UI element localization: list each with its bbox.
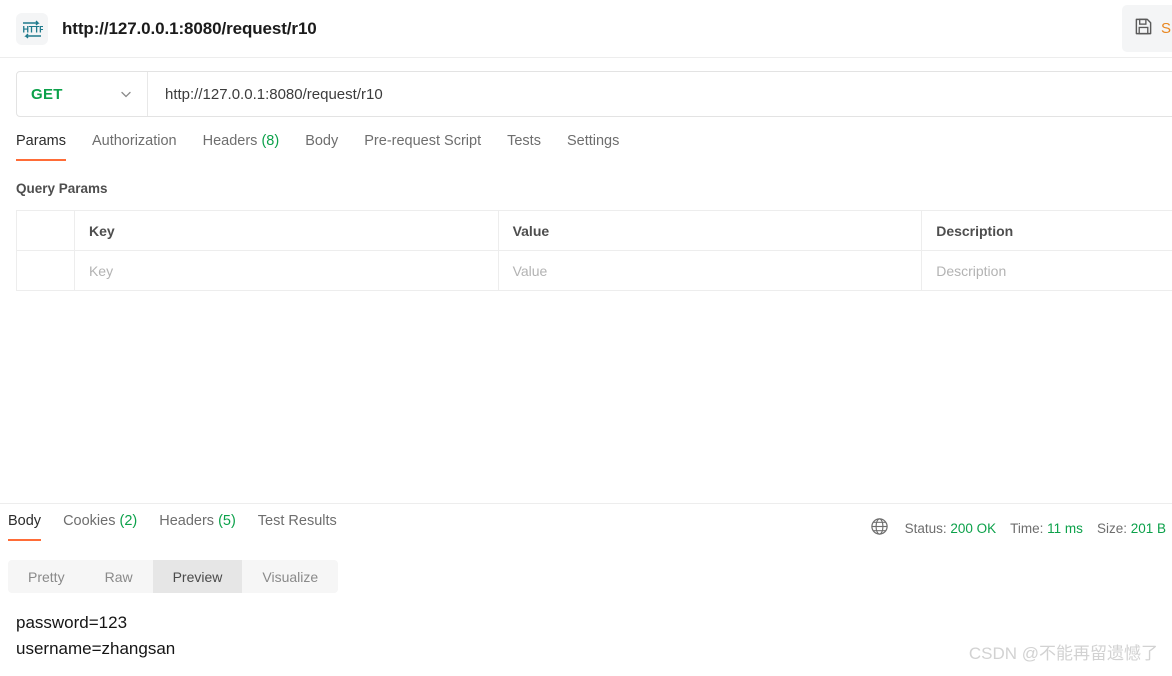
save-button-label: S [1161, 20, 1172, 37]
tab-headers[interactable]: Headers (8) [203, 133, 298, 161]
tab-authorization[interactable]: Authorization [92, 133, 195, 161]
svg-text:HTTP: HTTP [23, 25, 44, 35]
tab-pre-request-script[interactable]: Pre-request Script [364, 133, 499, 161]
response-tab-bar: Body Cookies (2) Headers (5) Test Result… [8, 513, 359, 541]
response-status-bar: Status: 200 OK Time: 11 ms Size: 201 B [870, 517, 1166, 539]
query-params-table: Key Value Description Key Value Descript… [16, 210, 1172, 291]
http-protocol-icon: HTTP [16, 13, 48, 45]
tab-tests[interactable]: Tests [507, 133, 559, 161]
row-checkbox-cell[interactable] [16, 250, 75, 291]
request-url-bar: GET http://127.0.0.1:8080/request/r10 [16, 71, 1172, 117]
response-tab-headers-count: (5) [218, 513, 236, 529]
row-key-input[interactable]: Key [73, 250, 499, 291]
column-header-check [16, 210, 75, 251]
response-body-content: password=123 username=zhangsan [16, 613, 176, 658]
column-header-description: Description [921, 210, 1172, 251]
top-header-bar: HTTP http://127.0.0.1:8080/request/r10 S [0, 0, 1172, 58]
request-title-group: HTTP http://127.0.0.1:8080/request/r10 [16, 13, 317, 45]
view-mode-visualize-label: Visualize [262, 568, 319, 585]
tab-headers-count: (8) [261, 133, 280, 149]
tab-body[interactable]: Body [305, 133, 356, 161]
column-header-value: Value [497, 210, 923, 251]
response-tab-cookies-label: Cookies [63, 513, 116, 529]
response-separator [0, 503, 1172, 504]
tab-params-label: Params [16, 133, 66, 149]
response-tab-body-label: Body [8, 513, 42, 529]
table-header-row: Key Value Description [16, 210, 1172, 251]
view-mode-raw-label: Raw [104, 568, 133, 585]
save-button[interactable]: S [1122, 5, 1172, 52]
status-label: Status: [904, 520, 947, 536]
status-code-group[interactable]: Status: 200 OK [905, 521, 997, 536]
time-value: 11 ms [1047, 520, 1083, 536]
view-mode-pretty[interactable]: Pretty [8, 560, 85, 593]
response-tab-test-results-label: Test Results [257, 513, 337, 529]
tab-body-label: Body [305, 133, 339, 149]
response-time-group[interactable]: Time: 11 ms [1010, 521, 1083, 536]
size-value: 201 B [1130, 520, 1166, 536]
response-tab-cookies[interactable]: Cookies (2) [63, 513, 153, 541]
chevron-down-icon [119, 87, 133, 101]
page-title: http://127.0.0.1:8080/request/r10 [62, 19, 317, 38]
tab-authorization-label: Authorization [91, 133, 177, 149]
tab-settings-label: Settings [566, 133, 620, 149]
size-label: Size: [1096, 520, 1127, 536]
http-method-select[interactable]: GET [17, 72, 148, 116]
response-tab-headers-label: Headers [159, 513, 215, 529]
row-value-input[interactable]: Value [497, 250, 923, 291]
response-size-group[interactable]: Size: 201 B [1097, 521, 1166, 536]
url-input[interactable]: http://127.0.0.1:8080/request/r10 [148, 72, 1172, 116]
status-badge: 200 OK [950, 520, 997, 536]
view-mode-visualize[interactable]: Visualize [242, 560, 338, 593]
globe-icon [870, 517, 889, 539]
view-mode-preview[interactable]: Preview [152, 560, 243, 593]
tab-pre-request-script-label: Pre-request Script [364, 133, 482, 149]
view-mode-preview-label: Preview [172, 568, 223, 585]
table-row: Key Value Description [16, 250, 1172, 291]
time-label: Time: [1010, 520, 1044, 536]
http-method-label: GET [31, 85, 63, 103]
request-tab-bar: Params Authorization Headers (8) Body Pr… [16, 133, 645, 161]
response-view-mode-group: Pretty Raw Preview Visualize [8, 560, 339, 593]
query-params-heading: Query Params [16, 181, 108, 196]
tab-tests-label: Tests [507, 133, 541, 149]
column-header-key: Key [73, 210, 499, 251]
floppy-disk-save-icon [1134, 17, 1153, 41]
response-tab-test-results[interactable]: Test Results [258, 513, 353, 541]
tab-headers-label: Headers [202, 133, 258, 149]
tab-settings[interactable]: Settings [567, 133, 637, 161]
response-tab-headers[interactable]: Headers (5) [159, 513, 252, 541]
view-mode-pretty-label: Pretty [28, 568, 65, 585]
csdn-watermark: CSDN @不能再留遗憾了 [968, 644, 1158, 663]
view-mode-raw[interactable]: Raw [85, 560, 153, 593]
response-tab-body[interactable]: Body [8, 513, 57, 541]
response-tab-cookies-count: (2) [119, 513, 138, 529]
row-description-input[interactable]: Description [921, 250, 1172, 291]
tab-params[interactable]: Params [16, 133, 84, 161]
